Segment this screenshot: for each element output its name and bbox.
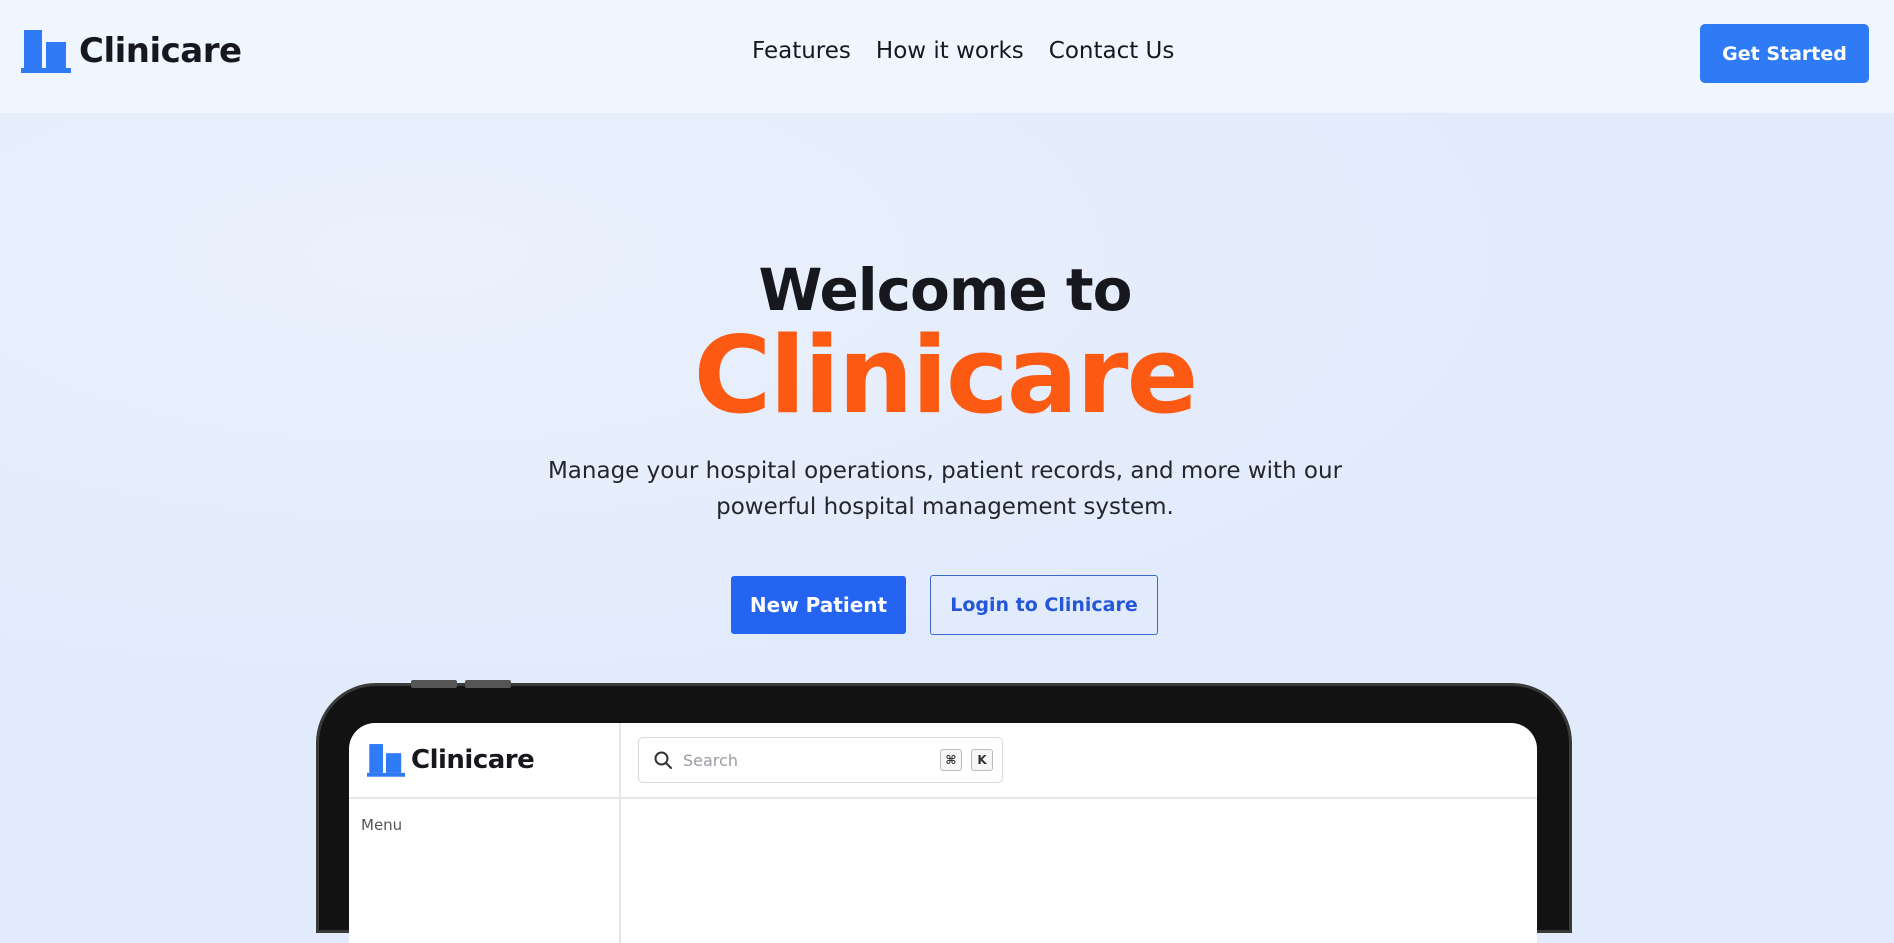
device-button [411,680,457,688]
nav-link-how-it-works[interactable]: How it works [876,38,1024,64]
nav-link-features[interactable]: Features [752,38,851,64]
login-button[interactable]: Login to Clinicare [930,575,1158,635]
main-nav: Features How it works Contact Us [752,38,1174,64]
hero-brand-word: Clinicare [693,314,1199,437]
search-icon [654,751,672,769]
k-key-badge: K [971,749,993,771]
tablet-mockup: Clinicare Menu Search ⌘ K [316,680,1572,943]
app-preview-screen: Clinicare Menu Search ⌘ K [349,723,1537,943]
preview-sidebar: Clinicare Menu [349,723,621,943]
preview-search-input[interactable]: Search ⌘ K [638,737,1003,783]
preview-brand-name: Clinicare [411,745,535,775]
get-started-button[interactable]: Get Started [1700,24,1869,83]
hero-subtitle: Manage your hospital operations, patient… [547,458,1343,520]
top-navbar: Clinicare Features How it works Contact … [0,0,1894,113]
hero-heading: Welcome to [758,256,1133,324]
building-icon [367,744,405,777]
nav-link-contact-us[interactable]: Contact Us [1049,38,1175,64]
preview-sidebar-divider [349,797,621,799]
building-icon [21,30,71,73]
preview-topbar-divider [621,797,1537,799]
new-patient-button[interactable]: New Patient [731,576,906,634]
preview-brand: Clinicare [367,742,535,778]
device-button [465,680,511,688]
command-key-icon: ⌘ [940,749,962,771]
device-hardware-buttons [411,680,511,688]
preview-menu-label: Menu [361,816,403,834]
brand-name: Clinicare [79,31,242,71]
brand-home-link[interactable]: Clinicare [21,28,242,74]
search-placeholder: Search [683,750,738,770]
